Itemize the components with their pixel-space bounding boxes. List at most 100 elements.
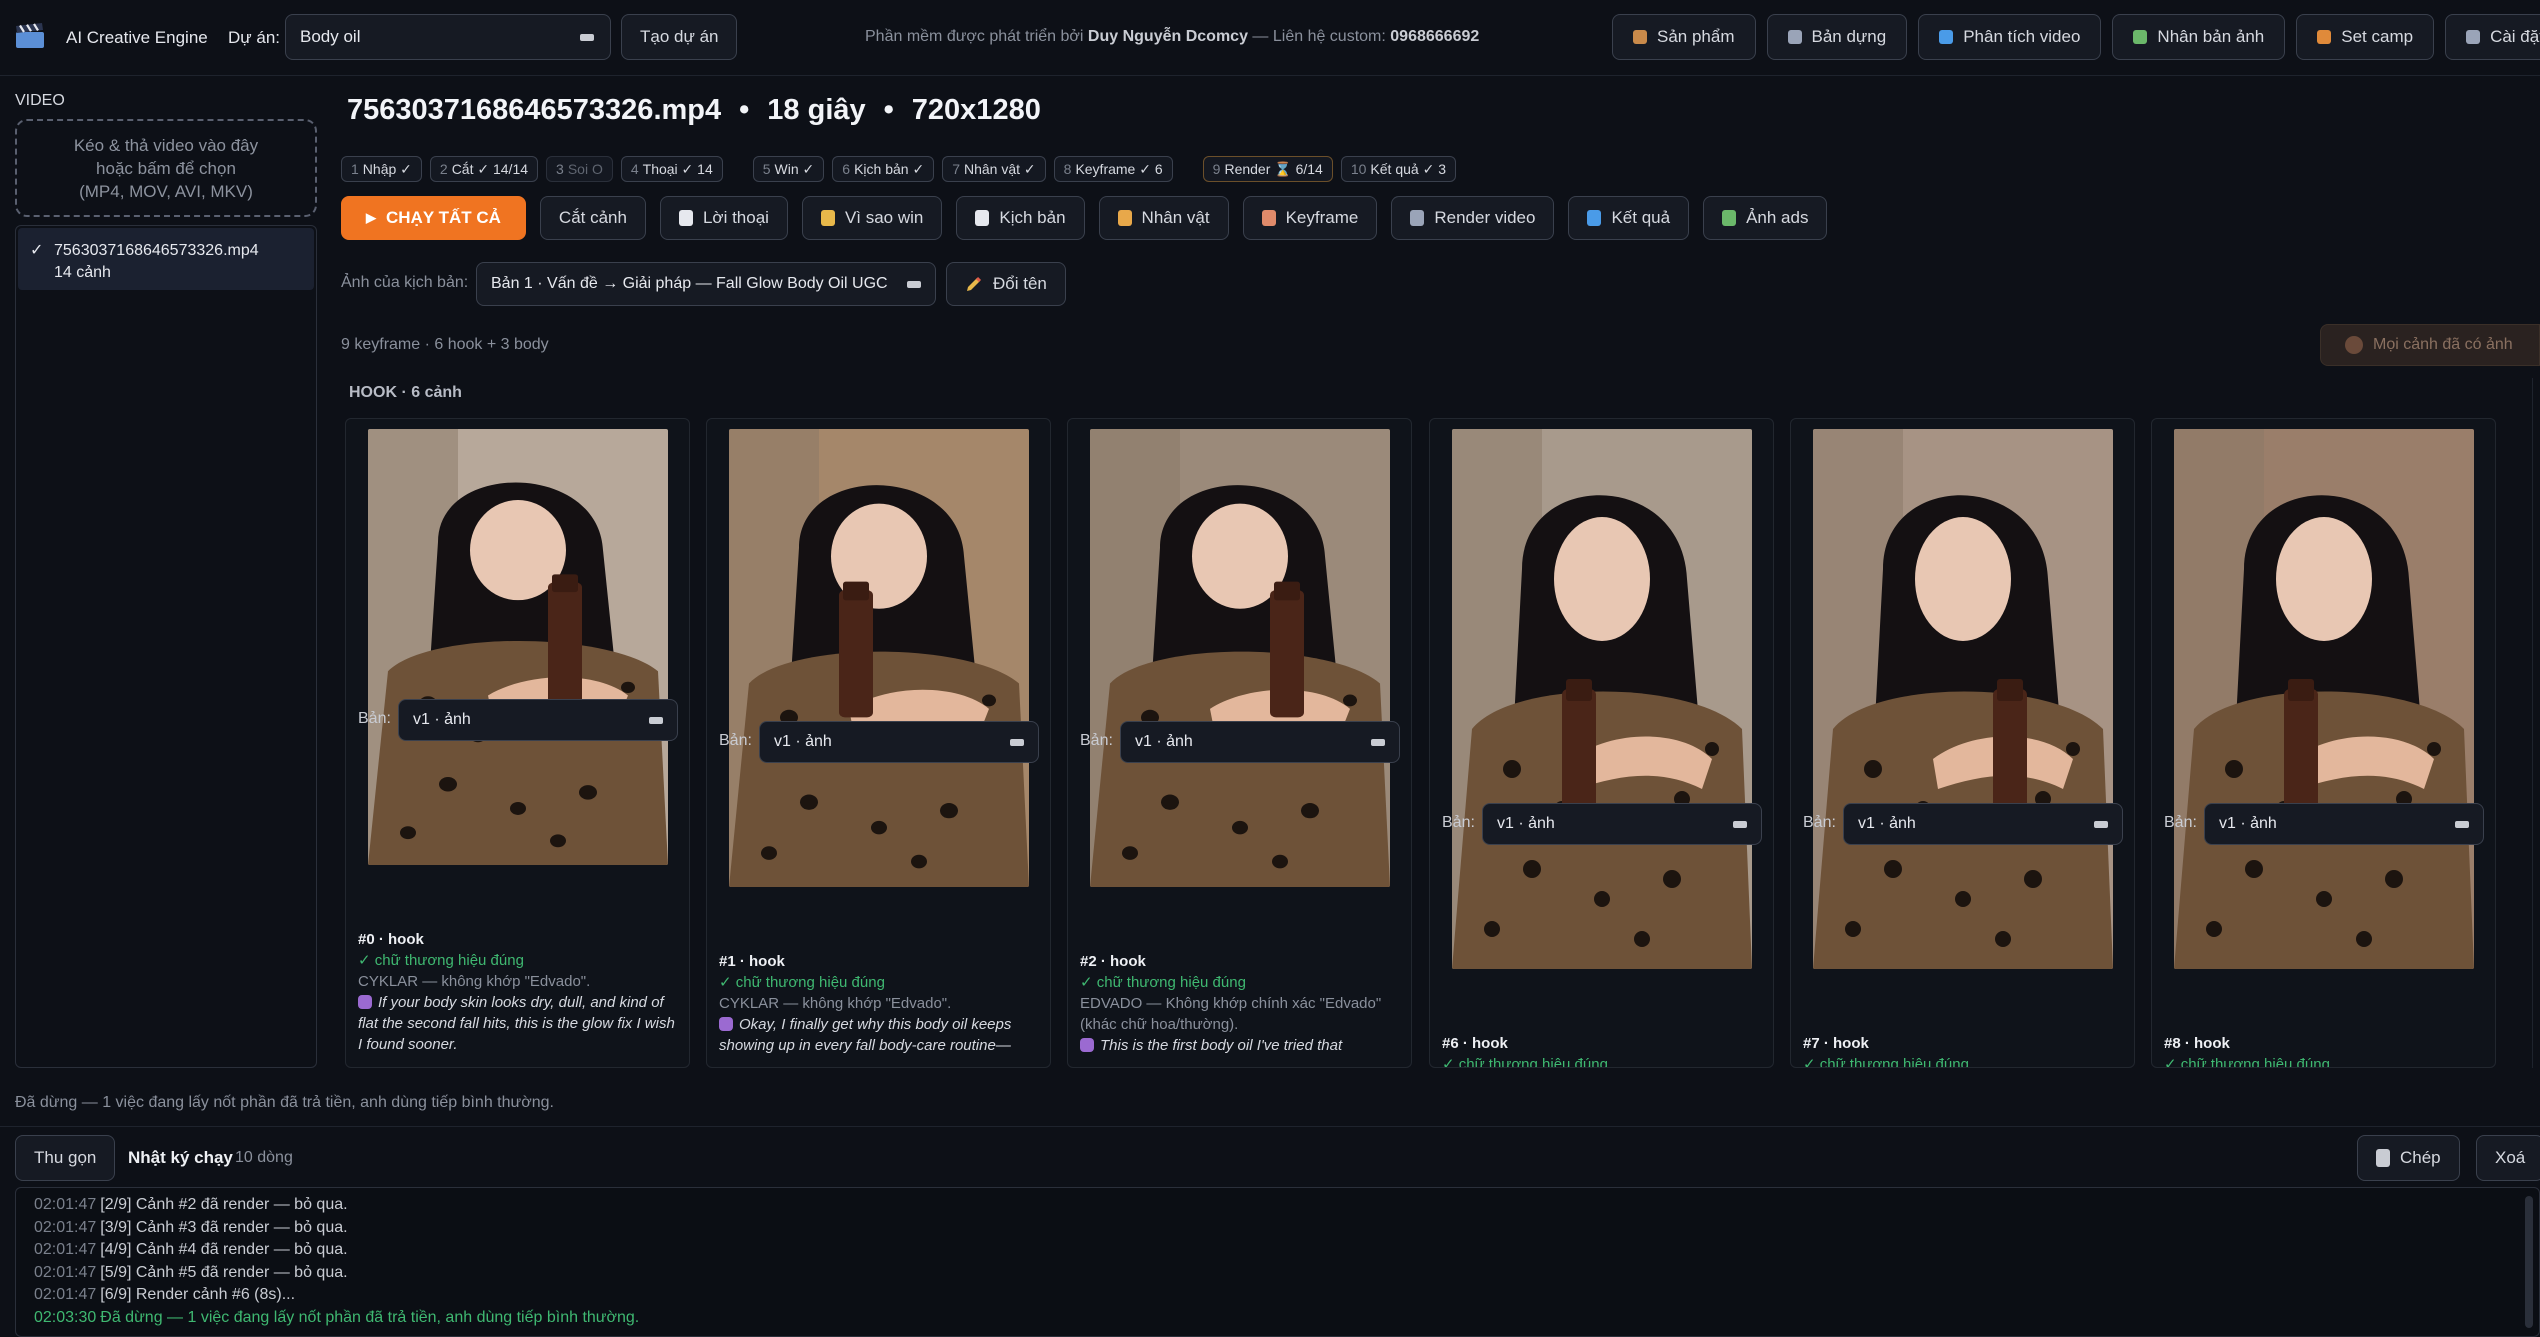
trophy-icon bbox=[820, 210, 835, 226]
nav-label: Bản dựng bbox=[1811, 27, 1887, 46]
stage-chip[interactable]: 1 Nhập ✓ bbox=[341, 156, 422, 182]
main-scrollbar[interactable] bbox=[2532, 378, 2540, 1068]
keyframe-card[interactable]: Bản: v1 · ảnh #8 · hook ✓ chữ thương hiệu đ… bbox=[2151, 418, 2496, 1068]
rename-button[interactable]: Đổi tên bbox=[946, 262, 1066, 306]
action-button-script[interactable]: Kịch bản bbox=[956, 196, 1085, 240]
dropdown-icon bbox=[2094, 821, 2108, 828]
project-select[interactable]: Body oil bbox=[285, 14, 611, 60]
keyframe-card[interactable]: Bản: v1 · ảnh #2 · hook ✓ chữ thương hiệu đ… bbox=[1067, 418, 1412, 1068]
log-line: 02:01:47 [2/9] Cảnh #2 đã render — bỏ qua… bbox=[34, 1194, 2521, 1217]
clear-log-button[interactable]: Xoá bbox=[2476, 1135, 2540, 1181]
version-select[interactable]: v1 · ảnh bbox=[1482, 803, 1762, 845]
nav-label: Nhân bản ảnh bbox=[2157, 27, 2265, 46]
dropzone-line: (MP4, MOV, AVI, MKV) bbox=[79, 182, 253, 201]
collapse-log-button[interactable]: Thu gọn bbox=[15, 1135, 116, 1181]
version-label: Bản: bbox=[358, 710, 391, 727]
nav-magnifier-button[interactable]: Phân tích video bbox=[1918, 14, 2102, 60]
log-time: 02:01:47 bbox=[34, 1218, 97, 1236]
magnifier-icon bbox=[1939, 30, 1954, 44]
image-icon bbox=[2133, 30, 2148, 44]
stage-number: 5 bbox=[762, 161, 771, 177]
nav-film-button[interactable]: Bản dựng bbox=[1766, 14, 1908, 60]
keyframe-image bbox=[1813, 429, 2113, 969]
stage-chip[interactable]: 8 Keyframe ✓ 6 bbox=[1053, 156, 1173, 182]
stage-chip[interactable]: 4 Thoại ✓ 14 bbox=[620, 156, 723, 182]
clapperboard-icon bbox=[16, 23, 44, 48]
version-label: Bản: bbox=[719, 732, 752, 749]
action-button-clapper[interactable]: Render video bbox=[1391, 196, 1555, 240]
copy-log-button[interactable]: Chép bbox=[2357, 1135, 2460, 1181]
keyframe-card[interactable]: Bản: v1 · ảnh #7 · hook ✓ chữ thương hiệu đ… bbox=[1790, 418, 2135, 1068]
action-button-document[interactable]: Lời thoại bbox=[659, 196, 788, 240]
action-button-trophy[interactable]: Vì sao win bbox=[801, 196, 943, 240]
log-line: 02:01:47 [3/9] Cảnh #3 đã render — bỏ qua… bbox=[34, 1217, 2521, 1240]
keyframe-thumbnail[interactable] bbox=[2174, 429, 2474, 969]
stage-label: Soi O bbox=[567, 161, 603, 177]
keyframe-card[interactable]: Bản: v1 · ảnh #6 · hook ✓ chữ thương hiệu đ… bbox=[1429, 418, 1774, 1068]
stage-number: 6 bbox=[842, 161, 851, 177]
stage-label: Keyframe ✓ 6 bbox=[1075, 160, 1163, 177]
nav-box-button[interactable]: Sản phẩm bbox=[1612, 14, 1756, 60]
all-have-label: Mọi cảnh đã có ảnh bbox=[2373, 336, 2513, 353]
stage-chip[interactable]: 10 Kết quả ✓ 3 bbox=[1340, 156, 1456, 182]
pipeline-stages: 1 Nhập ✓ 2 Cắt ✓ 14/14 3 Soi O 4 Thoại ✓ 14 5 Win… bbox=[341, 156, 1456, 182]
stage-chip[interactable]: 3 Soi O bbox=[546, 156, 613, 182]
action-label: Kịch bản bbox=[999, 208, 1066, 227]
stage-chip[interactable]: 6 Kịch bản ✓ bbox=[832, 156, 935, 182]
check-icon: ✓ bbox=[30, 242, 44, 259]
stage-number: 2 bbox=[439, 161, 448, 177]
action-button-palette[interactable]: Keyframe bbox=[1242, 196, 1378, 240]
version-select[interactable]: v1 · ảnh bbox=[759, 721, 1039, 763]
stage-chip[interactable]: 7 Nhân vật ✓ bbox=[942, 156, 1046, 182]
keyframe-card[interactable]: Bản: v1 · ảnh #1 · hook ✓ chữ thương hiệu đ… bbox=[706, 418, 1051, 1068]
stage-chip[interactable]: 5 Win ✓ bbox=[752, 156, 825, 182]
speech-icon bbox=[719, 1017, 733, 1031]
person-icon bbox=[1117, 210, 1132, 226]
dropzone-line: hoặc bấm để chọn bbox=[96, 159, 236, 178]
version-select[interactable]: v1 · ảnh bbox=[1120, 721, 1400, 763]
keyframe-image bbox=[368, 429, 668, 865]
action-button-person[interactable]: Nhân vật bbox=[1098, 196, 1229, 240]
version-select[interactable]: v1 · ảnh bbox=[398, 699, 678, 741]
stage-chip[interactable]: 2 Cắt ✓ 14/14 bbox=[429, 156, 539, 182]
developer-credit: Phần mềm được phát triển bởi Duy Nguyễn … bbox=[865, 28, 1480, 45]
keyframe-thumbnail[interactable] bbox=[1090, 429, 1390, 887]
scene-id: #1 · hook bbox=[719, 953, 785, 970]
create-project-button[interactable]: Tạo dự án bbox=[621, 14, 738, 60]
film-icon bbox=[1787, 30, 1802, 44]
stage-chip[interactable]: 9 Render ⌛ 6/14 bbox=[1202, 156, 1333, 182]
version-value: v1 · ảnh bbox=[2219, 815, 2277, 832]
action-button-cut-scenes[interactable]: Cắt cảnh bbox=[539, 196, 646, 240]
log-scrollbar[interactable] bbox=[2525, 1196, 2533, 1328]
version-value: v1 · ảnh bbox=[1135, 733, 1193, 750]
app-title: AI Creative Engine bbox=[66, 28, 208, 47]
keyframe-thumbnail[interactable] bbox=[368, 429, 668, 865]
video-resolution: 720x1280 bbox=[911, 94, 1041, 126]
scene-id: #0 · hook bbox=[358, 931, 424, 948]
action-button-picture[interactable]: Ảnh ads bbox=[1703, 196, 1828, 240]
nav-gear-button[interactable]: Cài đặt bbox=[2445, 14, 2540, 60]
all-scenes-have-image-button[interactable]: Mọi cảnh đã có ảnh bbox=[2320, 324, 2540, 366]
version-select[interactable]: v1 · ảnh bbox=[1843, 803, 2123, 845]
run-all-button[interactable]: ▶ CHẠY TẤT CẢ bbox=[341, 196, 526, 240]
nav-image-button[interactable]: Nhân bản ảnh bbox=[2112, 14, 2286, 60]
version-select[interactable]: v1 · ảnh bbox=[2204, 803, 2484, 845]
scene-id: #2 · hook bbox=[1080, 953, 1146, 970]
log-lines: 02:01:47 [2/9] Cảnh #2 đã render — bỏ qua… bbox=[34, 1194, 2521, 1330]
video-file-name: 7563037168646573326.mp4 bbox=[54, 242, 259, 259]
keyframe-thumbnail[interactable] bbox=[729, 429, 1029, 887]
keyframe-thumbnail[interactable] bbox=[1813, 429, 2113, 969]
nav-megaphone-button[interactable]: Set camp bbox=[2296, 14, 2435, 60]
stage-label: Render ⌛ 6/14 bbox=[1224, 160, 1323, 177]
video-list-item[interactable]: ✓ 7563037168646573326.mp4 14 cảnh bbox=[18, 228, 314, 290]
dropzone-line: Kéo & thả video vào đây bbox=[73, 136, 259, 155]
video-dropzone[interactable]: Kéo & thả video vào đây hoặc bấm để chọn… bbox=[15, 119, 317, 217]
video-section-label: VIDEO bbox=[15, 92, 65, 109]
script-select[interactable]: Bản 1 · Vấn đề → Giải pháp — Fall Glow B… bbox=[476, 262, 936, 306]
dialogue-text: This is the first body oil I've tried th… bbox=[1100, 1037, 1343, 1054]
nav-label: Set camp bbox=[2341, 27, 2414, 46]
action-button-film-strip[interactable]: Kết quả bbox=[1568, 196, 1690, 240]
keyframe-card[interactable]: Bản: v1 · ảnh #0 · hook ✓ chữ thương hiệu đ… bbox=[345, 418, 690, 1068]
keyframe-thumbnail[interactable] bbox=[1452, 429, 1752, 969]
action-label: Vì sao win bbox=[844, 208, 924, 227]
